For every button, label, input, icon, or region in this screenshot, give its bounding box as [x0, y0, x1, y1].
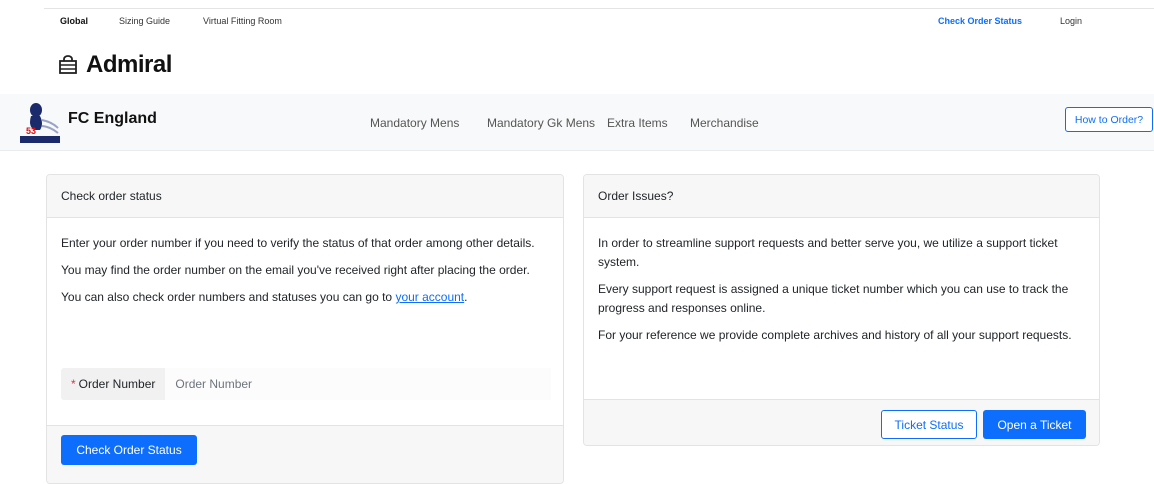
brand-name: Admiral [86, 51, 172, 78]
nav-merchandise[interactable]: Merchandise [690, 116, 759, 130]
nav-extra-items[interactable]: Extra Items [607, 116, 668, 130]
brand-logo[interactable]: Admiral [58, 50, 172, 80]
svg-text:53: 53 [26, 126, 36, 136]
account-paragraph: You can also check order numbers and sta… [61, 290, 468, 304]
card-footer: Ticket Status Open a Ticket [584, 399, 1099, 445]
top-link-check-order-status[interactable]: Check Order Status [938, 16, 1022, 26]
top-link-sizing-guide[interactable]: Sizing Guide [119, 16, 170, 26]
email-paragraph: You may find the order number on the ema… [61, 263, 530, 277]
card-title: Check order status [47, 175, 563, 218]
intro-paragraph: Enter your order number if you need to v… [61, 236, 535, 250]
order-number-input-group: * Order Number [61, 368, 551, 400]
club-navbar: 53 FC England Mandatory Mens Mandatory G… [0, 94, 1154, 151]
card-body: In order to streamline support requests … [584, 218, 1099, 345]
card-title: Order Issues? [584, 175, 1099, 218]
ticket-status-button[interactable]: Ticket Status [881, 410, 977, 439]
top-link-virtual-fitting-room[interactable]: Virtual Fitting Room [203, 16, 282, 26]
order-number-label: * Order Number [61, 368, 166, 400]
club-crest-icon[interactable]: 53 [18, 100, 62, 144]
nav-mandatory-mens[interactable]: Mandatory Mens [370, 116, 459, 130]
nav-mandatory-gk-mens[interactable]: Mandatory Gk Mens [487, 116, 595, 130]
card-body: Enter your order number if you need to v… [47, 218, 563, 307]
order-issues-card: Order Issues? In order to streamline sup… [583, 174, 1100, 446]
shopping-bag-icon [59, 55, 77, 74]
your-account-link[interactable]: your account [395, 290, 464, 304]
club-name[interactable]: FC England [68, 110, 157, 128]
card-footer: Check Order Status [47, 425, 563, 483]
support-ticket-paragraph: In order to streamline support requests … [598, 236, 1058, 269]
top-link-global[interactable]: Global [60, 16, 88, 26]
top-navigation: Global Sizing Guide Virtual Fitting Room… [60, 16, 1154, 32]
how-to-order-button[interactable]: How to Order? [1065, 107, 1153, 132]
required-marker: * [71, 377, 76, 391]
archives-paragraph: For your reference we provide complete a… [598, 328, 1072, 342]
check-order-status-card: Check order status Enter your order numb… [46, 174, 564, 484]
top-link-login[interactable]: Login [1060, 16, 1082, 26]
ticket-number-paragraph: Every support request is assigned a uniq… [598, 282, 1069, 315]
open-ticket-button[interactable]: Open a Ticket [983, 410, 1086, 439]
check-order-status-button[interactable]: Check Order Status [61, 435, 197, 465]
order-number-input[interactable] [165, 368, 551, 400]
top-divider [44, 8, 1154, 9]
